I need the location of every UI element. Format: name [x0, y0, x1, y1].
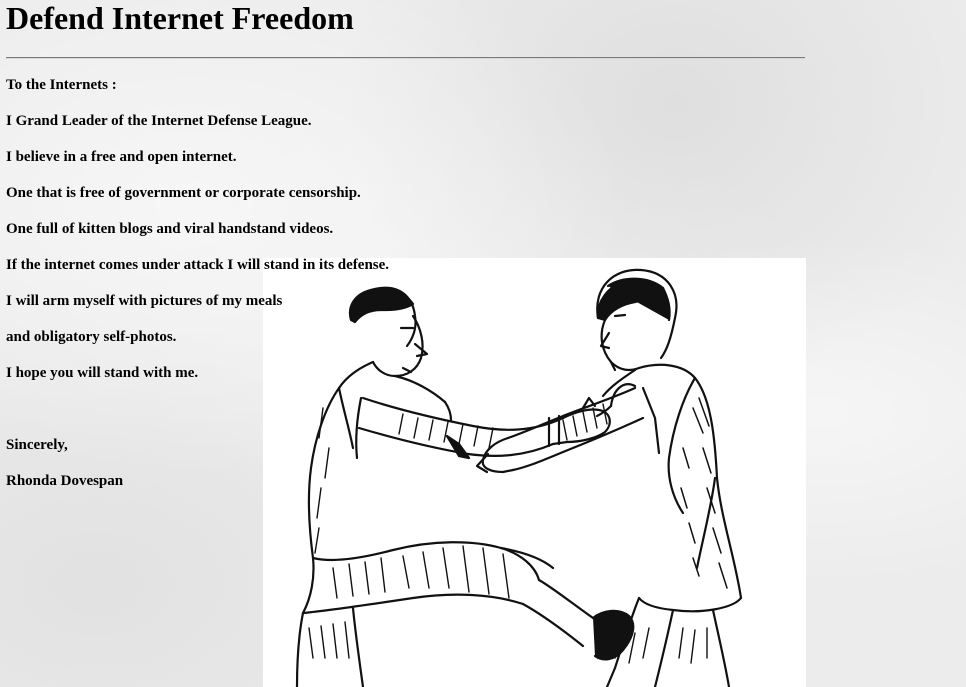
letter-line: I hope you will stand with me. — [6, 365, 199, 381]
letter-salutation: To the Internets : — [6, 77, 117, 93]
title-divider — [6, 57, 805, 59]
letter-line: One that is free of government or corpor… — [6, 185, 361, 201]
letter-line: and obligatory self-photos. — [6, 329, 177, 345]
letter-line: I will arm myself with pictures of my me… — [6, 293, 283, 309]
letter-closing: Sincerely, — [6, 437, 68, 453]
letter-line: One full of kitten blogs and viral hands… — [6, 221, 334, 237]
grappling-illustration — [263, 258, 806, 687]
letter-line: I Grand Leader of the Internet Defense L… — [6, 113, 312, 129]
two-men-grappling-icon — [295, 268, 743, 687]
page-title: Defend Internet Freedom — [6, 0, 354, 36]
letter-line: I believe in a free and open internet. — [6, 149, 237, 165]
letter-signature: Rhonda Dovespan — [6, 473, 124, 489]
letter-line: If the internet comes under attack I wil… — [6, 257, 390, 273]
